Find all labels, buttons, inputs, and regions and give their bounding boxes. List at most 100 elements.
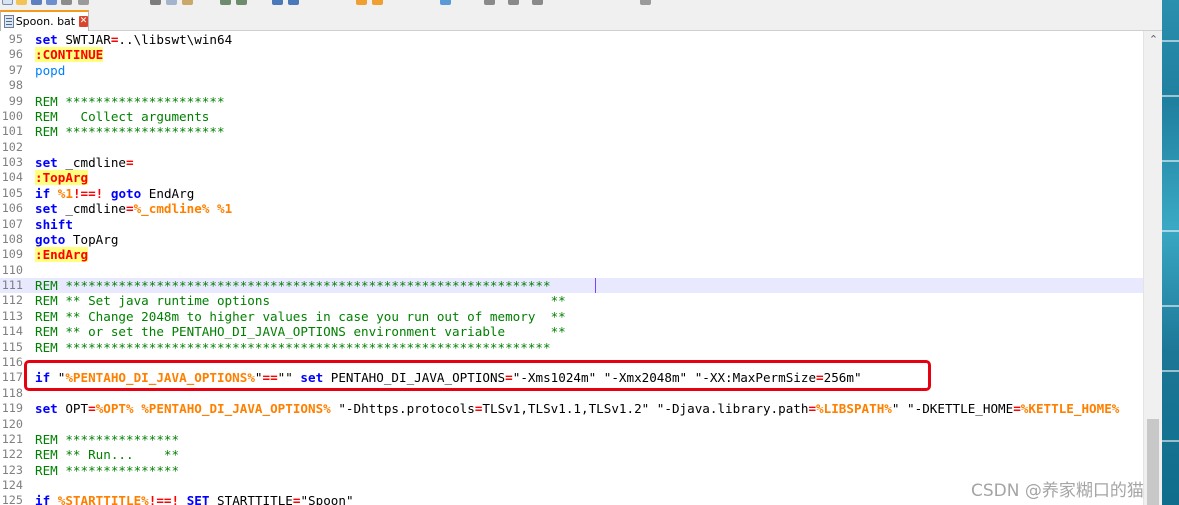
print-icon[interactable] [78, 0, 89, 5]
zoom-out-icon[interactable] [372, 0, 383, 5]
code-token: _cmdline [57, 155, 126, 171]
code-token: %OPT% [95, 401, 134, 417]
code-line[interactable]: 108 goto TopArg [0, 232, 1143, 247]
code-line[interactable]: 98 [0, 78, 1143, 93]
code-line[interactable]: 106 set _cmdline=%_cmdline% %1 [0, 201, 1143, 216]
macro-record-icon[interactable] [484, 0, 495, 5]
code-token: REM ** Run... ** [35, 447, 180, 463]
run-icon[interactable] [640, 0, 651, 5]
code-line[interactable]: 112 REM ** Set java runtime options ** [0, 293, 1143, 308]
code-text: REM ********************* [35, 94, 225, 109]
line-number: 105 [1, 185, 23, 200]
vertical-scrollbar[interactable]: ⌃ [1143, 31, 1162, 505]
code-text: REM *************** [35, 463, 179, 478]
line-number: 110 [1, 262, 23, 277]
line-number: 119 [1, 401, 23, 416]
close-icon[interactable] [61, 0, 72, 5]
save-all-icon[interactable] [46, 0, 57, 5]
line-number: 118 [1, 385, 23, 400]
code-line[interactable]: 104 :TopArg [0, 170, 1143, 186]
code-token: :TopArg [35, 170, 89, 186]
line-number: 125 [1, 493, 23, 505]
code-line[interactable]: 122 REM ** Run... ** [0, 447, 1143, 462]
code-line[interactable]: 109:EndArg [0, 247, 1143, 263]
tab-close-icon[interactable]: ✕ [79, 16, 88, 27]
code-token: %PENTAHO_DI_JAVA_OPTIONS% [141, 401, 331, 417]
code-text: REM ************************************… [35, 340, 551, 355]
line-number: 123 [1, 462, 23, 477]
code-line[interactable]: 95 set SWTJAR=..\libswt\win64 [0, 32, 1143, 47]
find-icon[interactable] [272, 0, 283, 5]
macro-play-icon[interactable] [508, 0, 519, 5]
wrap-icon[interactable] [440, 0, 451, 5]
code-token: REM ************************************… [35, 339, 551, 355]
code-line[interactable]: 110 [0, 263, 1143, 278]
scrollbar-thumb[interactable] [1147, 419, 1159, 505]
scroll-up-icon[interactable]: ⌃ [1144, 31, 1163, 48]
code-token: set [35, 401, 58, 417]
open-file-icon[interactable] [16, 0, 27, 5]
tab-bar: Spoon. bat ✕ [0, 6, 1162, 31]
zoom-in-icon[interactable] [356, 0, 367, 5]
code-line[interactable]: 96:CONTINUE [0, 47, 1143, 63]
code-token: goto [110, 185, 142, 201]
code-line[interactable]: 107 shift [0, 217, 1143, 232]
redo-icon[interactable] [236, 0, 247, 5]
code-token: = [126, 201, 134, 217]
code-line[interactable]: 101 REM ********************* [0, 124, 1143, 139]
code-text: set SWTJAR=..\libswt\win64 [35, 32, 232, 47]
code-text: set OPT=%OPT% %PENTAHO_DI_JAVA_OPTIONS% … [35, 401, 1119, 416]
line-number: 114 [1, 324, 23, 339]
code-token: %1 [217, 201, 233, 217]
code-text: goto TopArg [35, 232, 118, 247]
line-number: 124 [1, 478, 23, 493]
code-line[interactable]: 105 if %1!==! goto EndArg [0, 186, 1143, 201]
line-number: 107 [1, 216, 23, 231]
code-token: REM Collect arguments [35, 108, 210, 124]
code-line[interactable]: 97 popd [0, 63, 1143, 78]
code-text: set _cmdline= [35, 155, 134, 170]
code-line[interactable]: 121 REM *************** [0, 432, 1143, 447]
code-token: SWTJAR [57, 32, 111, 47]
code-token: goto [35, 231, 66, 247]
code-line[interactable]: 113 REM ** Change 2048m to higher values … [0, 309, 1143, 324]
annotation-highlight-box [24, 360, 931, 391]
save-icon[interactable] [31, 0, 42, 5]
code-line[interactable]: 103 set _cmdline= [0, 155, 1143, 170]
copy-icon[interactable] [166, 0, 177, 5]
code-token: shift [35, 216, 73, 232]
code-token: TopArg [65, 231, 119, 247]
code-line[interactable]: 114 REM ** or set the PENTAHO_DI_JAVA_OPT… [0, 324, 1143, 339]
code-token: EndArg [141, 185, 195, 201]
code-text: if %STARTTITLE%!==! SET STARTTITLE="Spoo… [35, 493, 354, 505]
code-line[interactable]: 111 REM *********************************… [0, 278, 1143, 294]
code-line[interactable]: 120 [0, 417, 1143, 432]
code-token: = [126, 155, 134, 171]
new-file-icon[interactable] [2, 0, 13, 5]
undo-icon[interactable] [220, 0, 231, 5]
code-text: :CONTINUE [35, 47, 104, 63]
code-line[interactable]: 99 REM ********************* [0, 94, 1143, 109]
line-number: 101 [1, 124, 23, 139]
code-line[interactable]: 119 set OPT=%OPT% %PENTAHO_DI_JAVA_OPTION… [0, 401, 1143, 416]
line-number: 104 [1, 170, 23, 185]
line-number: 113 [1, 308, 23, 323]
tab-spoon-bat[interactable]: Spoon. bat ✕ [0, 10, 89, 31]
code-token: REM ********************* [35, 93, 225, 109]
code-editor[interactable]: 95 set SWTJAR=..\libswt\win64 96:CONTINUE 9… [0, 31, 1143, 505]
line-number: 106 [1, 201, 23, 216]
code-line[interactable]: 100 REM Collect arguments [0, 109, 1143, 124]
code-token: set [35, 201, 58, 217]
code-line[interactable]: 102 [0, 140, 1143, 155]
cut-icon[interactable] [150, 0, 161, 5]
code-token: REM ************************************… [35, 278, 551, 294]
replace-icon[interactable] [288, 0, 299, 5]
code-line[interactable]: 115 REM *********************************… [0, 340, 1143, 355]
code-token: :CONTINUE [35, 47, 104, 63]
paste-icon[interactable] [182, 0, 193, 5]
code-token: "Spoon" [300, 493, 354, 505]
macro-save-icon[interactable] [532, 0, 543, 5]
